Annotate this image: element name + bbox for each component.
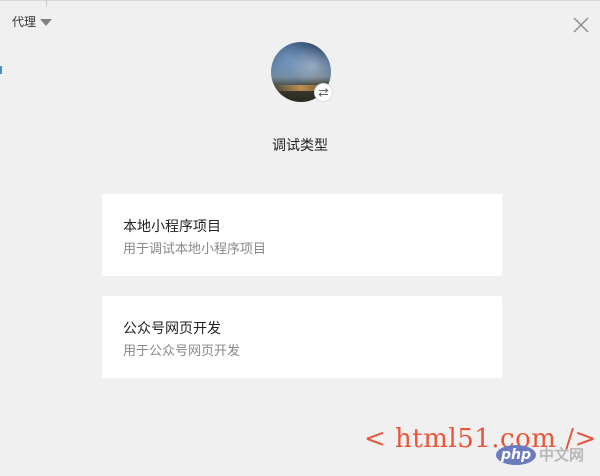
card-description: 用于公众号网页开发 xyxy=(123,344,241,359)
proxy-dropdown[interactable]: 代理 xyxy=(12,13,53,30)
proxy-label: 代理 xyxy=(12,15,37,29)
card-local-miniprogram[interactable]: 本地小程序项目 用于调试本地小程序项目 xyxy=(102,194,502,276)
left-edge-marker xyxy=(0,66,2,74)
window-top-border xyxy=(0,0,600,1)
close-icon xyxy=(573,17,589,33)
switch-account-button[interactable] xyxy=(315,84,332,101)
watermark-site-name: 中文网 xyxy=(539,446,585,464)
card-title: 公众号网页开发 xyxy=(123,321,221,337)
watermark-php-badge: php xyxy=(496,444,537,465)
card-description: 用于调试本地小程序项目 xyxy=(123,242,267,257)
swap-arrows-icon xyxy=(318,88,329,97)
window-top-tick xyxy=(46,0,47,6)
card-official-account-web[interactable]: 公众号网页开发 用于公众号网页开发 xyxy=(102,296,502,378)
card-title: 本地小程序项目 xyxy=(123,219,221,235)
close-button[interactable] xyxy=(572,16,590,34)
dropdown-arrow-icon xyxy=(40,18,53,26)
watermark-logo: php 中文网 xyxy=(496,444,584,465)
page-title: 调试类型 xyxy=(272,138,328,154)
